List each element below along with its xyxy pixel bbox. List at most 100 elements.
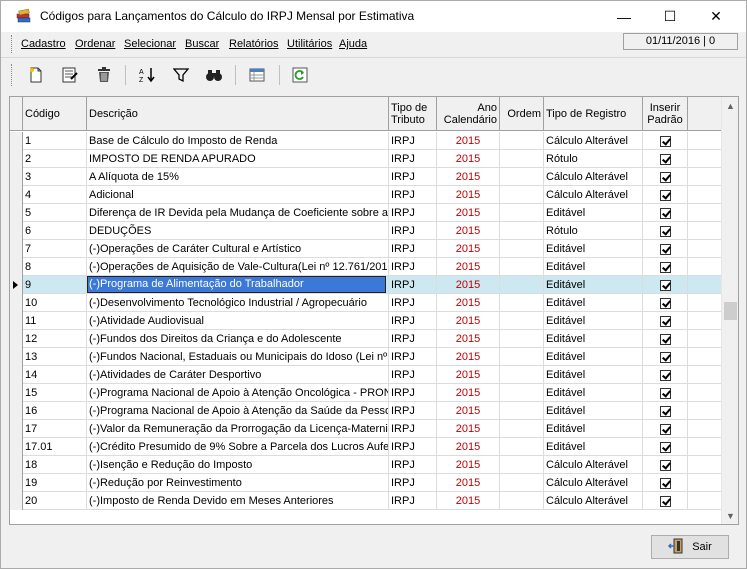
cell-ordem[interactable] (500, 150, 544, 168)
cell-inserir-padrao[interactable] (643, 150, 688, 168)
row-indicator[interactable] (10, 492, 23, 510)
cell-inserir-padrao[interactable] (643, 456, 688, 474)
cell-ordem[interactable] (500, 492, 544, 510)
cell-tipo-registro[interactable]: Cálculo Alterável (544, 132, 643, 150)
cell-tipo-tributo[interactable]: IRPJ (389, 312, 437, 330)
cell-codigo[interactable]: 9 (23, 276, 87, 294)
table-row[interactable]: 7 (-)Operações de Caráter Cultural e Artí… (10, 240, 722, 258)
cell-codigo[interactable]: 12 (23, 330, 87, 348)
table-row[interactable]: 18 (-)Isenção e Redução do Imposto IRPJ 201… (10, 456, 722, 474)
row-indicator[interactable] (10, 384, 23, 402)
cell-ano-calendario[interactable]: 2015 (437, 474, 500, 492)
binoculars-search-icon[interactable] (203, 64, 225, 86)
cell-tipo-tributo[interactable]: IRPJ (389, 402, 437, 420)
cell-codigo[interactable]: 10 (23, 294, 87, 312)
cell-inserir-padrao[interactable] (643, 312, 688, 330)
inserir-checkbox[interactable] (659, 171, 671, 183)
cell-descricao[interactable]: (-)Programa Nacional de Apoio à Atenção … (87, 402, 389, 420)
descricao-edit-field[interactable]: (-)Programa de Alimentação do Trabalhado… (87, 276, 386, 293)
cell-codigo[interactable]: 5 (23, 204, 87, 222)
inserir-checkbox[interactable] (659, 423, 671, 435)
cell-codigo[interactable]: 8 (23, 258, 87, 276)
cell-tipo-registro[interactable]: Editável (544, 420, 643, 438)
cell-descricao[interactable]: (-)Valor da Remuneração da Prorrogação d… (87, 420, 389, 438)
menu-cadastro[interactable]: Cadastro (21, 38, 66, 50)
cell-tipo-registro[interactable]: Cálculo Alterável (544, 456, 643, 474)
cell-ano-calendario[interactable]: 2015 (437, 348, 500, 366)
cell-tipo-tributo[interactable]: IRPJ (389, 132, 437, 150)
cell-ordem[interactable] (500, 474, 544, 492)
header-ano-calendario[interactable]: Ano Calendário (437, 97, 500, 130)
cell-codigo[interactable]: 18 (23, 456, 87, 474)
inserir-checkbox[interactable] (659, 441, 671, 453)
cell-ano-calendario[interactable]: 2015 (437, 258, 500, 276)
table-row[interactable]: 20 (-)Imposto de Renda Devido em Meses An… (10, 492, 722, 510)
inserir-checkbox[interactable] (659, 279, 671, 291)
cell-ano-calendario[interactable]: 2015 (437, 402, 500, 420)
cell-descricao[interactable]: (-)Fundos Nacional, Estaduais ou Municip… (87, 348, 389, 366)
row-indicator[interactable] (10, 186, 23, 204)
cell-tipo-registro[interactable]: Editável (544, 330, 643, 348)
inserir-checkbox[interactable] (659, 477, 671, 489)
cell-ano-calendario[interactable]: 2015 (437, 186, 500, 204)
row-indicator[interactable] (10, 348, 23, 366)
cell-codigo[interactable]: 14 (23, 366, 87, 384)
cell-ordem[interactable] (500, 222, 544, 240)
cell-tipo-tributo[interactable]: IRPJ (389, 168, 437, 186)
cell-tipo-tributo[interactable]: IRPJ (389, 420, 437, 438)
cell-tipo-registro[interactable]: Cálculo Alterável (544, 186, 643, 204)
cell-ordem[interactable] (500, 312, 544, 330)
cell-ordem[interactable] (500, 438, 544, 456)
cell-descricao[interactable]: (-)Operações de Caráter Cultural e Artís… (87, 240, 389, 258)
inserir-checkbox[interactable] (659, 315, 671, 327)
cell-descricao[interactable]: (-)Imposto de Renda Devido em Meses Ante… (87, 492, 389, 510)
cell-tipo-registro[interactable]: Editável (544, 258, 643, 276)
cell-descricao[interactable]: (-)Programa de Alimentação do Trabalhado… (87, 276, 389, 294)
cell-tipo-tributo[interactable]: IRPJ (389, 474, 437, 492)
cell-tipo-tributo[interactable]: IRPJ (389, 492, 437, 510)
cell-inserir-padrao[interactable] (643, 186, 688, 204)
cell-ano-calendario[interactable]: 2015 (437, 438, 500, 456)
scroll-up-icon[interactable]: ▲ (722, 97, 739, 114)
cell-tipo-registro[interactable]: Editável (544, 294, 643, 312)
table-row[interactable]: 14 (-)Atividades de Caráter Desportivo IRP… (10, 366, 722, 384)
row-indicator[interactable] (10, 258, 23, 276)
cell-ordem[interactable] (500, 348, 544, 366)
inserir-checkbox[interactable] (659, 243, 671, 255)
cell-ordem[interactable] (500, 330, 544, 348)
row-indicator[interactable] (10, 438, 23, 456)
cell-codigo[interactable]: 6 (23, 222, 87, 240)
cell-ano-calendario[interactable]: 2015 (437, 222, 500, 240)
cell-descricao[interactable]: A Alíquota de 15% (87, 168, 389, 186)
cell-tipo-registro[interactable]: Editável (544, 348, 643, 366)
inserir-checkbox[interactable] (659, 333, 671, 345)
cell-inserir-padrao[interactable] (643, 204, 688, 222)
header-ordem[interactable]: Ordem (500, 97, 544, 130)
table-row[interactable]: 17 (-)Valor da Remuneração da Prorrogação… (10, 420, 722, 438)
table-row[interactable]: 11 (-)Atividade Audiovisual IRPJ 2015 Editáv… (10, 312, 722, 330)
cell-ano-calendario[interactable]: 2015 (437, 294, 500, 312)
menu-ordenar[interactable]: Ordenar (75, 38, 115, 50)
cell-tipo-tributo[interactable]: IRPJ (389, 456, 437, 474)
cell-inserir-padrao[interactable] (643, 258, 688, 276)
row-indicator[interactable] (10, 294, 23, 312)
cell-tipo-tributo[interactable]: IRPJ (389, 348, 437, 366)
row-indicator[interactable] (10, 150, 23, 168)
cell-ordem[interactable] (500, 276, 544, 294)
cell-tipo-tributo[interactable]: IRPJ (389, 222, 437, 240)
cell-tipo-registro[interactable]: Editável (544, 240, 643, 258)
inserir-checkbox[interactable] (659, 459, 671, 471)
cell-ano-calendario[interactable]: 2015 (437, 330, 500, 348)
header-descricao[interactable]: Descrição (87, 97, 389, 130)
cell-tipo-registro[interactable]: Cálculo Alterável (544, 474, 643, 492)
cell-inserir-padrao[interactable] (643, 420, 688, 438)
row-indicator[interactable] (10, 456, 23, 474)
sort-az-icon[interactable]: AZ (136, 64, 158, 86)
row-indicator[interactable] (10, 474, 23, 492)
cell-inserir-padrao[interactable] (643, 492, 688, 510)
cell-ano-calendario[interactable]: 2015 (437, 240, 500, 258)
cell-tipo-registro[interactable]: Editável (544, 312, 643, 330)
cell-tipo-registro[interactable]: Editável (544, 438, 643, 456)
cell-ordem[interactable] (500, 384, 544, 402)
cell-ano-calendario[interactable]: 2015 (437, 150, 500, 168)
